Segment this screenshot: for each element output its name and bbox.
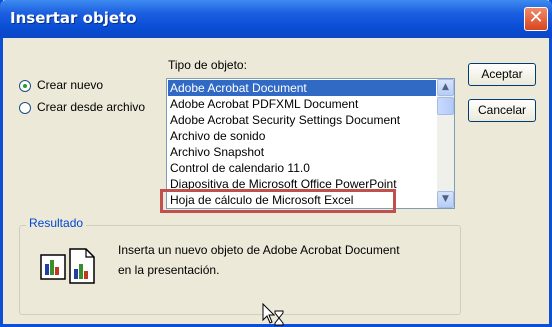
cancel-button[interactable]: Cancelar <box>468 99 536 122</box>
result-line-2: en la presentación. <box>118 263 220 277</box>
object-type-item[interactable]: Adobe Acrobat PDFXML Document <box>168 96 436 112</box>
object-type-item[interactable]: Adobe Acrobat Document <box>168 80 436 96</box>
excel-highlight-box <box>160 189 396 213</box>
scroll-up-icon[interactable]: ▲ <box>437 79 454 96</box>
create-from-file-radio[interactable] <box>19 102 31 114</box>
object-type-label: Tipo de objeto: <box>168 58 247 72</box>
result-line-1: Inserta un nuevo objeto de Adobe Acrobat… <box>118 243 400 257</box>
create-new-radio[interactable] <box>19 80 31 92</box>
create-new-label[interactable]: Crear nuevo <box>37 78 103 92</box>
create-from-file-label[interactable]: Crear desde archivo <box>37 100 145 114</box>
result-description: Inserta un nuevo objeto de Adobe Acrobat… <box>118 240 400 280</box>
object-type-item[interactable]: Archivo de sonido <box>168 128 436 144</box>
scroll-down-icon[interactable]: ▼ <box>437 191 454 208</box>
hourglass-cursor-icon <box>262 303 284 326</box>
dialog-title: Insertar objeto <box>10 9 137 27</box>
close-icon[interactable]: ✕ <box>524 7 548 31</box>
object-type-item[interactable]: Control de calendario 11.0 <box>168 160 436 176</box>
list-scrollbar[interactable]: ▲ ▼ <box>437 79 454 208</box>
accept-button[interactable]: Aceptar <box>468 63 536 86</box>
result-label: Resultado <box>26 216 87 230</box>
object-type-item[interactable]: Adobe Acrobat Security Settings Document <box>168 112 436 128</box>
embedded-chart-icon <box>40 248 95 284</box>
title-bar: Insertar objeto ✕ <box>0 0 552 38</box>
object-type-item[interactable]: Archivo Snapshot <box>168 144 436 160</box>
scroll-thumb[interactable] <box>437 97 454 115</box>
